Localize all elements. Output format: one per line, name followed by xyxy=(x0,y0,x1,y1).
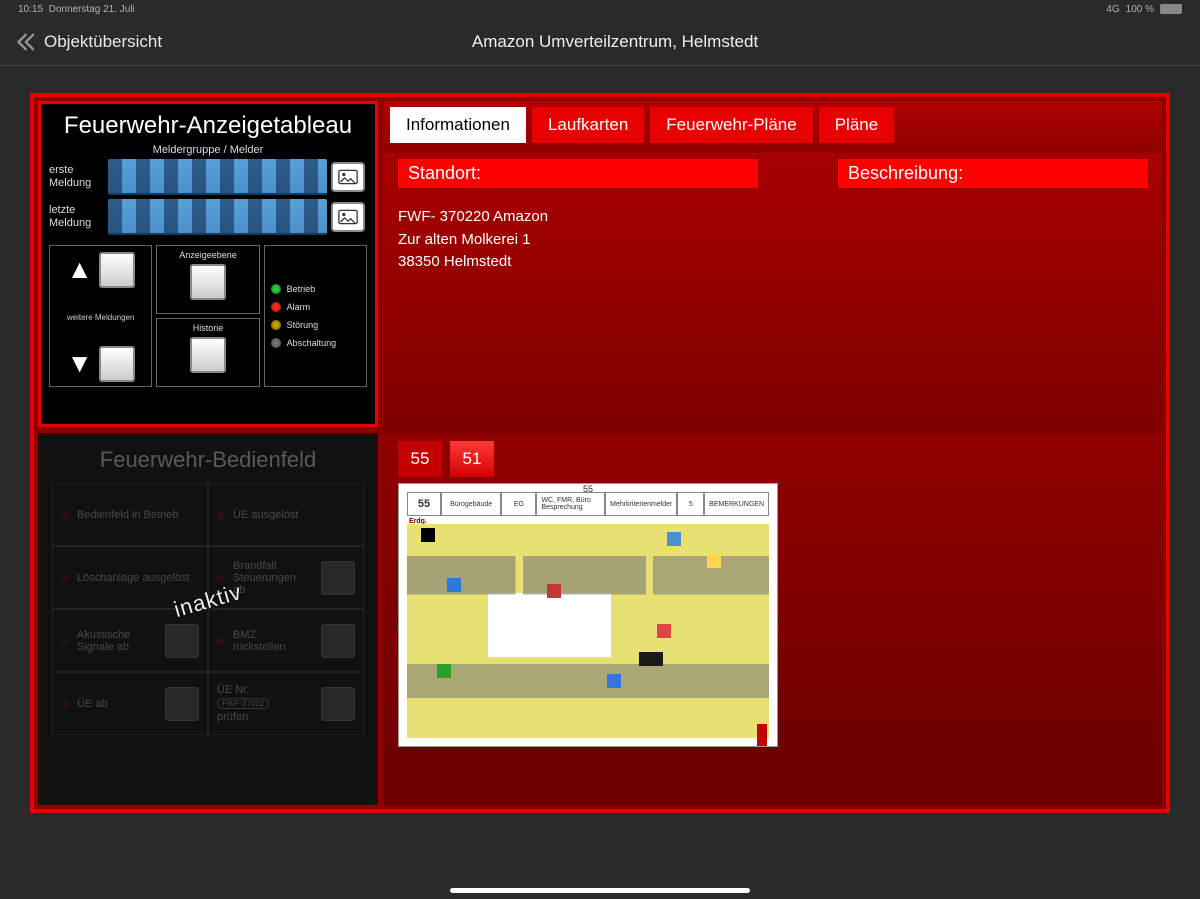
beschreibung-heading: Beschreibung: xyxy=(838,159,1148,188)
fbf-c4: BrandfallSteuerungenab xyxy=(233,560,296,596)
status-abschaltung: Abschaltung xyxy=(287,338,337,348)
status-battery: 100 % xyxy=(1126,4,1154,15)
scroll-up-button[interactable] xyxy=(99,252,135,288)
first-meldung-label: erste Meldung xyxy=(49,164,104,190)
battery-icon xyxy=(1160,4,1182,14)
image-icon xyxy=(338,169,358,185)
fat-panel: Feuerwehr-Anzeigetableau Meldergruppe / … xyxy=(38,101,378,427)
status-stoerung: Störung xyxy=(287,320,319,330)
fbf-c6: BMZrückstellen xyxy=(233,629,286,653)
home-indicator[interactable] xyxy=(450,888,750,893)
first-meldung-image-button[interactable] xyxy=(331,162,365,192)
fbf-title: Feuerwehr-Bedienfeld xyxy=(52,447,364,473)
right-column: Informationen Laufkarten Feuerwehr-Pläne… xyxy=(384,101,1162,805)
tab-feuerwehr-plaene[interactable]: Feuerwehr-Pläne xyxy=(650,107,812,143)
main-stage: Feuerwehr-Anzeigetableau Meldergruppe / … xyxy=(30,93,1170,813)
info-area: Standort: Beschreibung: FWF- 370220 Amaz… xyxy=(384,153,1162,433)
historie-label: Historie xyxy=(193,323,224,333)
status-alarm: Alarm xyxy=(287,302,311,312)
tab-plaene[interactable]: Pläne xyxy=(819,107,894,143)
page-title: Amazon Umverteilzentrum, Helmstedt xyxy=(42,32,1188,52)
fbf-c8-button xyxy=(321,687,355,721)
fbf-c7-button xyxy=(165,687,199,721)
standort-text: FWF- 370220 Amazon Zur alten Molkerei 1 … xyxy=(398,206,1148,274)
tab-informationen[interactable]: Informationen xyxy=(390,107,526,143)
standort-line1: FWF- 370220 Amazon xyxy=(398,206,1148,229)
arrow-down-icon: ▼ xyxy=(67,350,93,376)
fat-subtitle: Meldergruppe / Melder xyxy=(49,144,367,156)
tab-laufkarten[interactable]: Laufkarten xyxy=(532,107,644,143)
arrow-up-icon: ▲ xyxy=(67,256,93,282)
app-header: Objektübersicht Amazon Umverteilzentrum,… xyxy=(0,18,1200,66)
fbf-inaktiv-overlay: inaktiv xyxy=(171,579,245,623)
status-betrieb: Betrieb xyxy=(287,284,316,294)
status-time: 10:15 xyxy=(18,4,43,15)
fbf-c3: Löschanlage ausgelöst xyxy=(77,572,190,584)
last-meldung-field xyxy=(108,199,327,235)
led-abschaltung xyxy=(271,338,281,348)
plan-area: 55 51 55 55 Bürogebäude EG WC, FMR, Büro… xyxy=(384,433,1162,805)
status-network: 4G xyxy=(1106,4,1119,15)
back-button[interactable] xyxy=(12,30,36,54)
anzeigeebene-label: Anzeigeebene xyxy=(179,250,237,260)
fbf-c7: ÜE ab xyxy=(77,698,108,710)
led-alarm xyxy=(271,302,281,312)
fbf-c1: Bedienfeld in Betrieb xyxy=(77,509,179,521)
led-betrieb xyxy=(271,284,281,294)
plan-tab-51[interactable]: 51 xyxy=(450,441,494,477)
led-stoerung xyxy=(271,320,281,330)
last-meldung-label: letzte Meldung xyxy=(49,204,104,230)
more-meldungen-label: weitere Meldungen xyxy=(67,313,135,322)
floorplan-mosaic xyxy=(407,524,769,738)
historie-button[interactable] xyxy=(190,337,226,373)
fbf-c2: ÜE ausgelöst xyxy=(233,509,298,521)
fbf-c5: AkustischeSignale ab xyxy=(77,629,130,653)
plan-header-row: 55 Bürogebäude EG WC, FMR, Büro Besprech… xyxy=(407,492,769,516)
fbf-c4-button xyxy=(321,561,355,595)
plan-tab-55[interactable]: 55 xyxy=(398,441,442,477)
fbf-c6-button xyxy=(321,624,355,658)
anzeigeebene-button[interactable] xyxy=(190,264,226,300)
fbf-panel: Feuerwehr-Bedienfeld Bedienfeld in Betri… xyxy=(38,433,378,805)
tab-bar: Informationen Laufkarten Feuerwehr-Pläne… xyxy=(384,101,1162,153)
ipad-status-bar: 10:15 Donnerstag 21. Juli 4G 100 % xyxy=(0,0,1200,18)
status-date: Donnerstag 21. Juli xyxy=(49,4,135,15)
first-meldung-field xyxy=(108,159,327,195)
fbf-c8: ÜE Nr. FWF-37022 prüfen xyxy=(217,684,269,723)
scroll-down-button[interactable] xyxy=(99,346,135,382)
standort-line3: 38350 Helmstedt xyxy=(398,251,1148,274)
fat-title: Feuerwehr-Anzeigetableau xyxy=(49,112,367,140)
last-meldung-image-button[interactable] xyxy=(331,202,365,232)
standort-line2: Zur alten Molkerei 1 xyxy=(398,229,1148,252)
image-icon xyxy=(338,209,358,225)
standort-heading: Standort: xyxy=(398,159,758,188)
fbf-c5-button xyxy=(165,624,199,658)
floorplan-thumbnail[interactable]: 55 55 Bürogebäude EG WC, FMR, Büro Bespr… xyxy=(398,483,778,747)
